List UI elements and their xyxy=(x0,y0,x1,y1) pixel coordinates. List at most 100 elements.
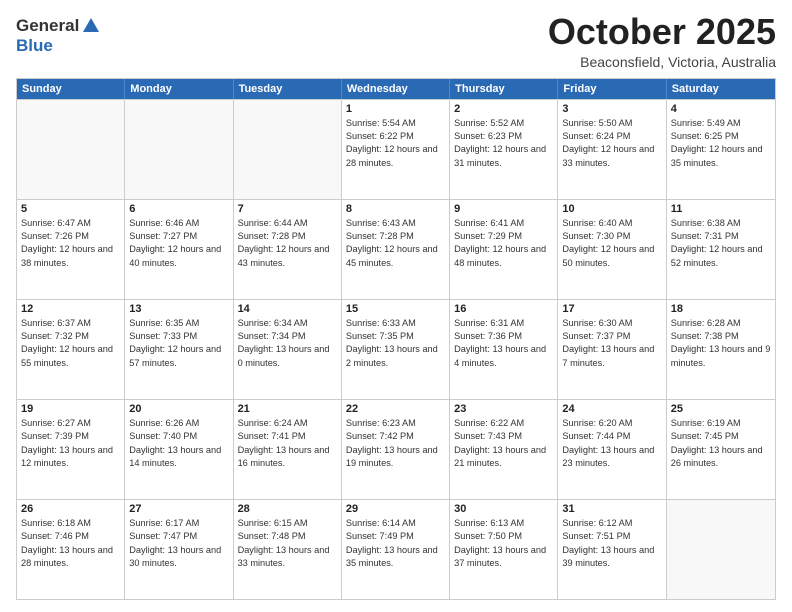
daylight-label: Daylight: 13 hours and 9 minutes. xyxy=(671,344,771,367)
day-number: 7 xyxy=(238,203,337,215)
daylight-label: Daylight: 13 hours and 2 minutes. xyxy=(346,344,438,367)
day-info: Sunrise: 6:41 AMSunset: 7:29 PMDaylight:… xyxy=(454,217,553,270)
day-info: Sunrise: 6:22 AMSunset: 7:43 PMDaylight:… xyxy=(454,417,553,470)
day-info: Sunrise: 6:40 AMSunset: 7:30 PMDaylight:… xyxy=(562,217,661,270)
day-info: Sunrise: 6:19 AMSunset: 7:45 PMDaylight:… xyxy=(671,417,771,470)
day-info: Sunrise: 6:43 AMSunset: 7:28 PMDaylight:… xyxy=(346,217,445,270)
calendar-cell: 23Sunrise: 6:22 AMSunset: 7:43 PMDayligh… xyxy=(450,400,558,499)
daylight-label: Daylight: 13 hours and 39 minutes. xyxy=(562,545,654,568)
day-number: 31 xyxy=(562,503,661,515)
sunrise-label: Sunrise: 6:46 AM xyxy=(129,218,199,228)
daylight-label: Daylight: 13 hours and 7 minutes. xyxy=(562,344,654,367)
sunset-label: Sunset: 6:23 PM xyxy=(454,131,522,141)
sunset-label: Sunset: 7:40 PM xyxy=(129,431,197,441)
sunset-label: Sunset: 7:26 PM xyxy=(21,231,89,241)
calendar-cell: 18Sunrise: 6:28 AMSunset: 7:38 PMDayligh… xyxy=(667,300,775,399)
sunrise-label: Sunrise: 6:24 AM xyxy=(238,418,308,428)
sunset-label: Sunset: 7:44 PM xyxy=(562,431,630,441)
sunrise-label: Sunrise: 6:23 AM xyxy=(346,418,416,428)
day-info: Sunrise: 6:31 AMSunset: 7:36 PMDaylight:… xyxy=(454,317,553,370)
day-info: Sunrise: 6:38 AMSunset: 7:31 PMDaylight:… xyxy=(671,217,771,270)
calendar-cell: 3Sunrise: 5:50 AMSunset: 6:24 PMDaylight… xyxy=(558,100,666,199)
day-info: Sunrise: 6:24 AMSunset: 7:41 PMDaylight:… xyxy=(238,417,337,470)
daylight-label: Daylight: 13 hours and 26 minutes. xyxy=(671,445,763,468)
sunrise-label: Sunrise: 6:27 AM xyxy=(21,418,91,428)
sunset-label: Sunset: 7:34 PM xyxy=(238,331,306,341)
daylight-label: Daylight: 12 hours and 55 minutes. xyxy=(21,344,113,367)
sunset-label: Sunset: 7:28 PM xyxy=(238,231,306,241)
sunrise-label: Sunrise: 6:33 AM xyxy=(346,318,416,328)
calendar-cell: 27 Sunrise: 6:17 AMSunset: 7:47 PMDayligh… xyxy=(125,500,233,599)
day-number: 9 xyxy=(454,203,553,215)
header-day-monday: Monday xyxy=(125,79,233,99)
sunrise-label: Sunrise: 6:28 AM xyxy=(671,318,741,328)
sunrise-label: Sunrise: 6:43 AM xyxy=(346,218,416,228)
calendar-cell: 8Sunrise: 6:43 AMSunset: 7:28 PMDaylight… xyxy=(342,200,450,299)
calendar-body: 1Sunrise: 5:54 AMSunset: 6:22 PMDaylight… xyxy=(17,99,775,599)
sunrise-label: Sunrise: 6:20 AM xyxy=(562,418,632,428)
day-info: Sunrise: 6:35 AMSunset: 7:33 PMDaylight:… xyxy=(129,317,228,370)
sunset-label: Sunset: 7:33 PM xyxy=(129,331,197,341)
header-day-tuesday: Tuesday xyxy=(234,79,342,99)
calendar-cell: 1Sunrise: 5:54 AMSunset: 6:22 PMDaylight… xyxy=(342,100,450,199)
day-info: Sunrise: 6:15 AMSunset: 7:48 PMDaylight:… xyxy=(238,517,337,570)
day-number: 27 xyxy=(129,503,228,515)
calendar-cell xyxy=(234,100,342,199)
calendar-cell: 17Sunrise: 6:30 AMSunset: 7:37 PMDayligh… xyxy=(558,300,666,399)
day-number: 18 xyxy=(671,303,771,315)
day-number: 17 xyxy=(562,303,661,315)
calendar-cell xyxy=(125,100,233,199)
sunset-label: Sunset: 7:27 PM xyxy=(129,231,197,241)
day-number: 21 xyxy=(238,403,337,415)
daylight-label: Daylight: 13 hours and 23 minutes. xyxy=(562,445,654,468)
calendar-cell xyxy=(17,100,125,199)
daylight-label: Daylight: 13 hours and 28 minutes. xyxy=(21,545,113,568)
sunset-label: Sunset: 7:51 PM xyxy=(562,531,630,541)
sunset-label: Sunset: 6:24 PM xyxy=(562,131,630,141)
daylight-label: Daylight: 13 hours and 14 minutes. xyxy=(129,445,221,468)
day-info: Sunrise: 5:50 AMSunset: 6:24 PMDaylight:… xyxy=(562,117,661,170)
sunset-label: Sunset: 7:42 PM xyxy=(346,431,414,441)
calendar-cell: 22Sunrise: 6:23 AMSunset: 7:42 PMDayligh… xyxy=(342,400,450,499)
sunset-label: Sunset: 7:50 PM xyxy=(454,531,522,541)
day-info: Sunrise: 6:23 AM Sunset: 7:42 PM Daylight:… xyxy=(346,417,445,470)
day-number: 5 xyxy=(21,203,120,215)
day-number: 20 xyxy=(129,403,228,415)
sunset-label: Sunset: 7:39 PM xyxy=(21,431,89,441)
calendar-cell: 30Sunrise: 6:13 AMSunset: 7:50 PMDayligh… xyxy=(450,500,558,599)
daylight-label: Daylight: 12 hours and 45 minutes. xyxy=(346,244,438,267)
logo: General Blue xyxy=(16,16,101,56)
title-block: October 2025 Beaconsfield, Victoria, Aus… xyxy=(548,12,776,70)
day-info: Sunrise: 5:49 AMSunset: 6:25 PMDaylight:… xyxy=(671,117,771,170)
header: General Blue October 2025 Beaconsfield, … xyxy=(16,12,776,70)
header-day-sunday: Sunday xyxy=(17,79,125,99)
calendar-cell: 28Sunrise: 6:15 AMSunset: 7:48 PMDayligh… xyxy=(234,500,342,599)
calendar-cell: 14Sunrise: 6:34 AMSunset: 7:34 PMDayligh… xyxy=(234,300,342,399)
calendar-cell: 13Sunrise: 6:35 AMSunset: 7:33 PMDayligh… xyxy=(125,300,233,399)
daylight-label: Daylight: 12 hours and 33 minutes. xyxy=(562,144,654,167)
day-info: Sunrise: 6:17 AMSunset: 7:47 PMDaylight:… xyxy=(129,517,228,570)
sunset-label: Sunset: 7:31 PM xyxy=(671,231,739,241)
calendar: SundayMondayTuesdayWednesdayThursdayFrid… xyxy=(16,78,776,600)
month-title: October 2025 xyxy=(548,12,776,52)
logo-blue: Blue xyxy=(16,36,101,56)
logo-icon xyxy=(81,16,101,36)
calendar-week-5: 26Sunrise: 6:18 AMSunset: 7:46 PMDayligh… xyxy=(17,499,775,599)
day-info: Sunrise: 6:44 AMSunset: 7:28 PMDaylight:… xyxy=(238,217,337,270)
sunset-label: Sunset: 7:30 PM xyxy=(562,231,630,241)
day-info: Sunrise: 6:34 AMSunset: 7:34 PMDaylight:… xyxy=(238,317,337,370)
calendar-cell: 11Sunrise: 6:38 AMSunset: 7:31 PMDayligh… xyxy=(667,200,775,299)
daylight-label: Daylight: 13 hours and 19 minutes. xyxy=(346,445,438,468)
sunset-label: Sunset: 7:45 PM xyxy=(671,431,739,441)
daylight-label: Daylight: 12 hours and 43 minutes. xyxy=(238,244,330,267)
daylight-label: Daylight: 12 hours and 57 minutes. xyxy=(129,344,221,367)
daylight-label: Daylight: 12 hours and 50 minutes. xyxy=(562,244,654,267)
day-number: 11 xyxy=(671,203,771,215)
calendar-cell: 4Sunrise: 5:49 AMSunset: 6:25 PMDaylight… xyxy=(667,100,775,199)
day-info: Sunrise: 6:12 AMSunset: 7:51 PMDaylight:… xyxy=(562,517,661,570)
sunrise-label: Sunrise: 6:34 AM xyxy=(238,318,308,328)
day-number: 29 xyxy=(346,503,445,515)
sunrise-label: Sunrise: 6:38 AM xyxy=(671,218,741,228)
sunset-label: Sunset: 7:36 PM xyxy=(454,331,522,341)
day-info: Sunrise: 6:20 AM Sunset: 7:44 PM Daylight:… xyxy=(562,417,661,470)
